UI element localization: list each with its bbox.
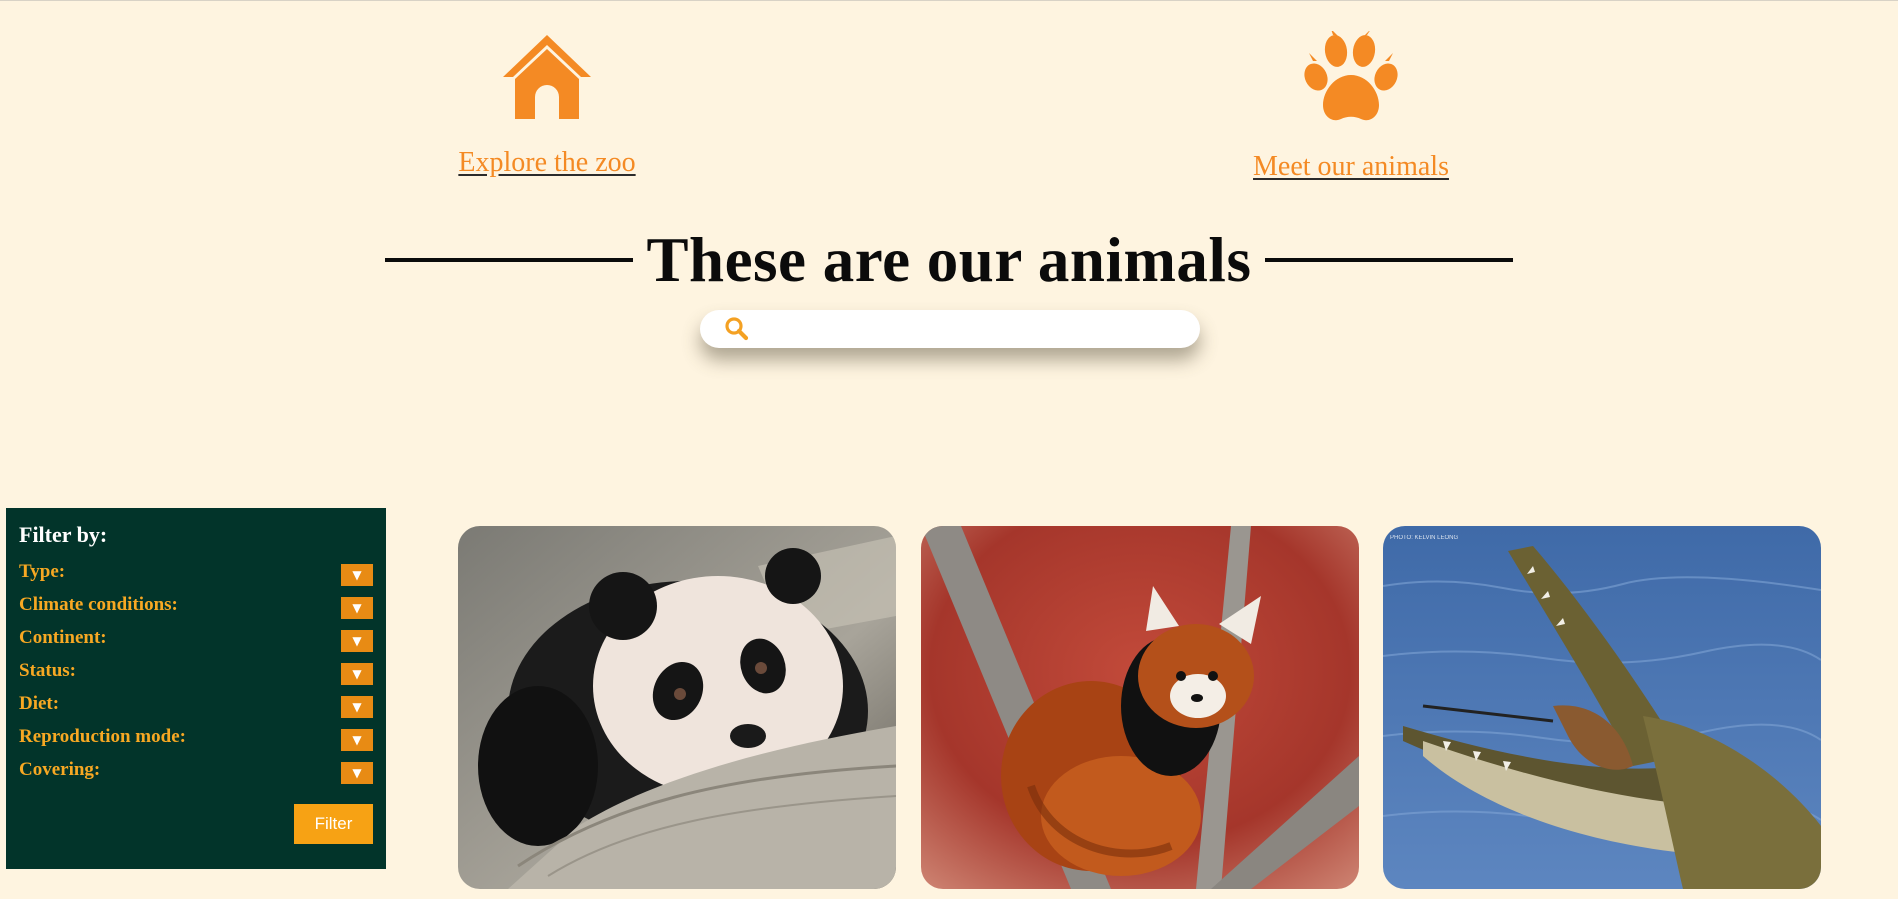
filter-row-climate: Climate conditions: ▼ xyxy=(19,591,373,624)
search-input[interactable] xyxy=(758,313,1180,345)
filter-label-diet: Diet: xyxy=(19,692,60,714)
house-icon[interactable] xyxy=(499,31,595,123)
nav-explore-zoo[interactable]: Explore the zoo xyxy=(397,31,697,179)
heading-divider-right xyxy=(1265,258,1514,262)
filter-row-covering: Covering: ▼ xyxy=(19,756,373,789)
filter-dropdown-diet[interactable]: ▼ xyxy=(341,695,373,718)
search-icon[interactable] xyxy=(724,316,750,342)
animal-card-panda[interactable] xyxy=(458,526,896,889)
filter-label-continent: Continent: xyxy=(19,626,107,648)
filter-panel: Filter by: Type: ▼ Climate conditions: ▼… xyxy=(6,508,386,869)
filter-dropdown-type[interactable]: ▼ xyxy=(341,563,373,586)
crocodile-photo: PHOTO: KELVIN LEONG xyxy=(1383,526,1821,889)
filter-dropdown-covering[interactable]: ▼ xyxy=(341,761,373,784)
panda-photo xyxy=(458,526,896,889)
filter-dropdown-reproduction[interactable]: ▼ xyxy=(341,728,373,751)
filter-dropdown-continent[interactable]: ▼ xyxy=(341,629,373,652)
filter-row-diet: Diet: ▼ xyxy=(19,690,373,723)
search-bar[interactable] xyxy=(700,310,1200,348)
filter-button[interactable]: Filter xyxy=(294,804,373,844)
filter-row-reproduction: Reproduction mode: ▼ xyxy=(19,723,373,756)
animal-card-red-panda[interactable] xyxy=(921,526,1359,889)
filter-dropdown-status[interactable]: ▼ xyxy=(341,662,373,685)
filter-row-type: Type: ▼ xyxy=(19,558,373,591)
nav-meet-animals[interactable]: Meet our animals xyxy=(1201,31,1501,183)
filter-label-covering: Covering: xyxy=(19,758,101,780)
filter-row-continent: Continent: ▼ xyxy=(19,624,373,657)
meet-animals-link[interactable]: Meet our animals xyxy=(1253,151,1449,183)
filter-label-reproduction: Reproduction mode: xyxy=(19,725,186,747)
explore-zoo-link[interactable]: Explore the zoo xyxy=(458,147,635,179)
section-heading-row: These are our animals xyxy=(0,223,1898,297)
animal-card-crocodile[interactable]: PHOTO: KELVIN LEONG xyxy=(1383,526,1821,889)
filter-label-type: Type: xyxy=(19,560,66,582)
paw-print-icon[interactable] xyxy=(1301,31,1401,127)
heading-divider-left xyxy=(384,258,633,262)
filter-row-status: Status: ▼ xyxy=(19,657,373,690)
filter-label-status: Status: xyxy=(19,659,77,681)
filter-dropdown-climate[interactable]: ▼ xyxy=(341,596,373,619)
filter-label-climate: Climate conditions: xyxy=(19,593,178,615)
page-title: These are our animals xyxy=(646,225,1252,295)
red-panda-photo xyxy=(921,526,1359,889)
photo-credit: PHOTO: KELVIN LEONG xyxy=(1390,535,1458,541)
filter-title: Filter by: xyxy=(19,522,108,547)
